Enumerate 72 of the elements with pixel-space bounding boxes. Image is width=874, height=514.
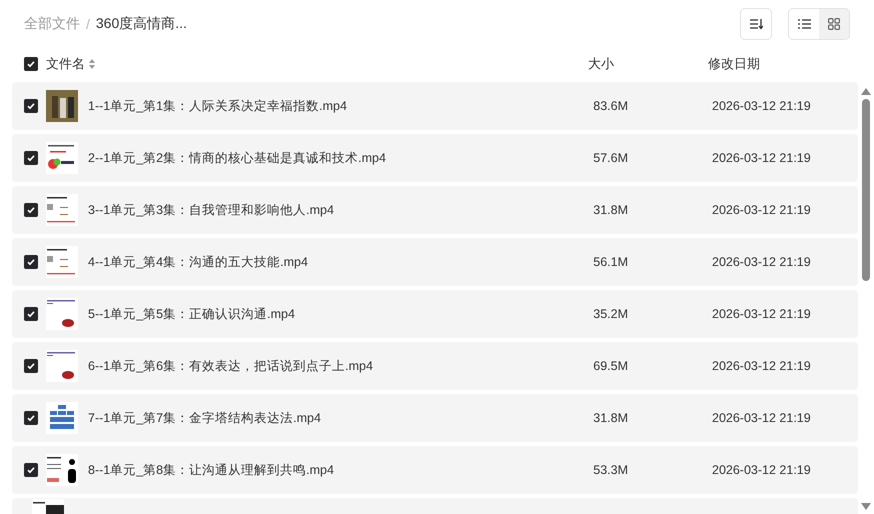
- file-size: 35.2M: [592, 307, 628, 321]
- modified-date: 2026-03-12 21:19: [712, 203, 811, 217]
- checkmark-icon: [26, 101, 36, 111]
- checkmark-icon: [26, 205, 36, 215]
- file-name[interactable]: 4--1单元_第4集：沟通的五大技能.mp4: [88, 254, 578, 270]
- file-row[interactable]: 3--1单元_第3集：自我管理和影响他人.mp4 31.8M 2026-03-12 21:19: [12, 186, 858, 234]
- file-row[interactable]: 5--1单元_第5集：正确认识沟通.mp4 35.2M 2026-03-12 21:19: [12, 290, 858, 338]
- modified-date: 2026-03-12 21:19: [712, 463, 811, 477]
- checkbox[interactable]: [24, 307, 38, 321]
- checkbox[interactable]: [24, 151, 38, 165]
- file-row[interactable]: 8--1单元_第8集：让沟通从理解到共鸣.mp4 53.3M 2026-03-12 21:19: [12, 446, 858, 494]
- file-name[interactable]: 3--1单元_第3集：自我管理和影响他人.mp4: [88, 202, 578, 218]
- modified-date: 2026-03-12 21:19: [712, 151, 811, 165]
- scroll-down-icon: [861, 503, 871, 510]
- video-thumbnail: [46, 194, 78, 226]
- modified-date: 2026-03-12 21:19: [712, 307, 811, 321]
- file-row[interactable]: 2--1单元_第2集：情商的核心基础是真诚和技术.mp4 57.6M 2026-03-12 21:19: [12, 134, 858, 182]
- video-thumbnail: [46, 454, 78, 486]
- sort-icon: [89, 59, 95, 69]
- file-name[interactable]: 5--1单元_第5集：正确认识沟通.mp4: [88, 306, 578, 322]
- checkbox[interactable]: [24, 255, 38, 269]
- modified-date: 2026-03-12 21:19: [712, 359, 811, 373]
- file-size: 53.3M: [592, 463, 628, 477]
- file-size: 57.6M: [592, 151, 628, 165]
- column-header[interactable]: 大小: [588, 55, 708, 73]
- checkbox[interactable]: [24, 203, 38, 217]
- file-name[interactable]: 8--1单元_第8集：让沟通从理解到共鸣.mp4: [88, 462, 578, 478]
- file-size: 31.8M: [592, 203, 628, 217]
- modified-date: 2026-03-12 21:19: [712, 99, 811, 113]
- grid-icon: [828, 18, 840, 30]
- checkbox[interactable]: [24, 411, 38, 425]
- file-name[interactable]: 6--1单元_第6集：有效表达，把话说到点子上.mp4: [88, 358, 578, 374]
- checkmark-icon: [26, 257, 36, 267]
- file-size: 31.8M: [592, 411, 628, 425]
- video-thumbnail: [46, 350, 78, 382]
- file-row[interactable]: 1--1单元_第1集：人际关系决定幸福指数.mp4 83.6M 2026-03-12 21:19: [12, 82, 858, 130]
- video-thumbnail: [46, 142, 78, 174]
- checkmark-icon: [26, 413, 36, 423]
- checkmark-icon: [26, 309, 36, 319]
- sort-button[interactable]: [740, 8, 772, 40]
- video-thumbnail: [46, 246, 78, 278]
- file-name[interactable]: 1--1单元_第1集：人际关系决定幸福指数.mp4: [88, 98, 578, 114]
- file-size: 83.6M: [592, 99, 628, 113]
- grid-view-button[interactable]: [819, 9, 849, 39]
- column-header[interactable]: 修改日期: [708, 55, 760, 73]
- video-thumbnail: [46, 90, 78, 122]
- file-name[interactable]: 2--1单元_第2集：情商的核心基础是真诚和技术.mp4: [88, 150, 578, 166]
- checkbox[interactable]: [24, 463, 38, 477]
- sort-icon: [749, 18, 763, 30]
- file-row[interactable]: 4--1单元_第4集：沟通的五大技能.mp4 56.1M 2026-03-12 21:19: [12, 238, 858, 286]
- file-row[interactable]: 7--1单元_第7集：金字塔结构表达法.mp4 31.8M 2026-03-12 21:19: [12, 394, 858, 442]
- file-size: 56.1M: [592, 255, 628, 269]
- checkmark-icon: [26, 465, 36, 475]
- column-header[interactable]: 文件名: [46, 55, 85, 73]
- checkbox[interactable]: [24, 57, 38, 71]
- checkmark-icon: [26, 153, 36, 163]
- video-thumbnail: [46, 298, 78, 330]
- scrollbar-thumb[interactable]: [862, 99, 870, 281]
- file-name[interactable]: 7--1单元_第7集：金字塔结构表达法.mp4: [88, 410, 578, 426]
- list-icon: [798, 19, 810, 29]
- checkmark-icon: [26, 361, 36, 371]
- modified-date: 2026-03-12 21:19: [712, 411, 811, 425]
- checkmark-icon: [26, 59, 36, 69]
- breadcrumb-current: 360度高情商...: [96, 15, 187, 33]
- scroll-up-icon: [861, 88, 871, 95]
- video-thumbnail: [46, 402, 78, 434]
- file-size: 69.5M: [592, 359, 628, 373]
- checkbox[interactable]: [24, 359, 38, 373]
- file-row[interactable]: 6--1单元_第6集：有效表达，把话说到点子上.mp4 69.5M 2026-03-12 21:19: [12, 342, 858, 390]
- checkbox[interactable]: [24, 99, 38, 113]
- breadcrumb-separator: /: [86, 16, 90, 32]
- modified-date: 2026-03-12 21:19: [712, 255, 811, 269]
